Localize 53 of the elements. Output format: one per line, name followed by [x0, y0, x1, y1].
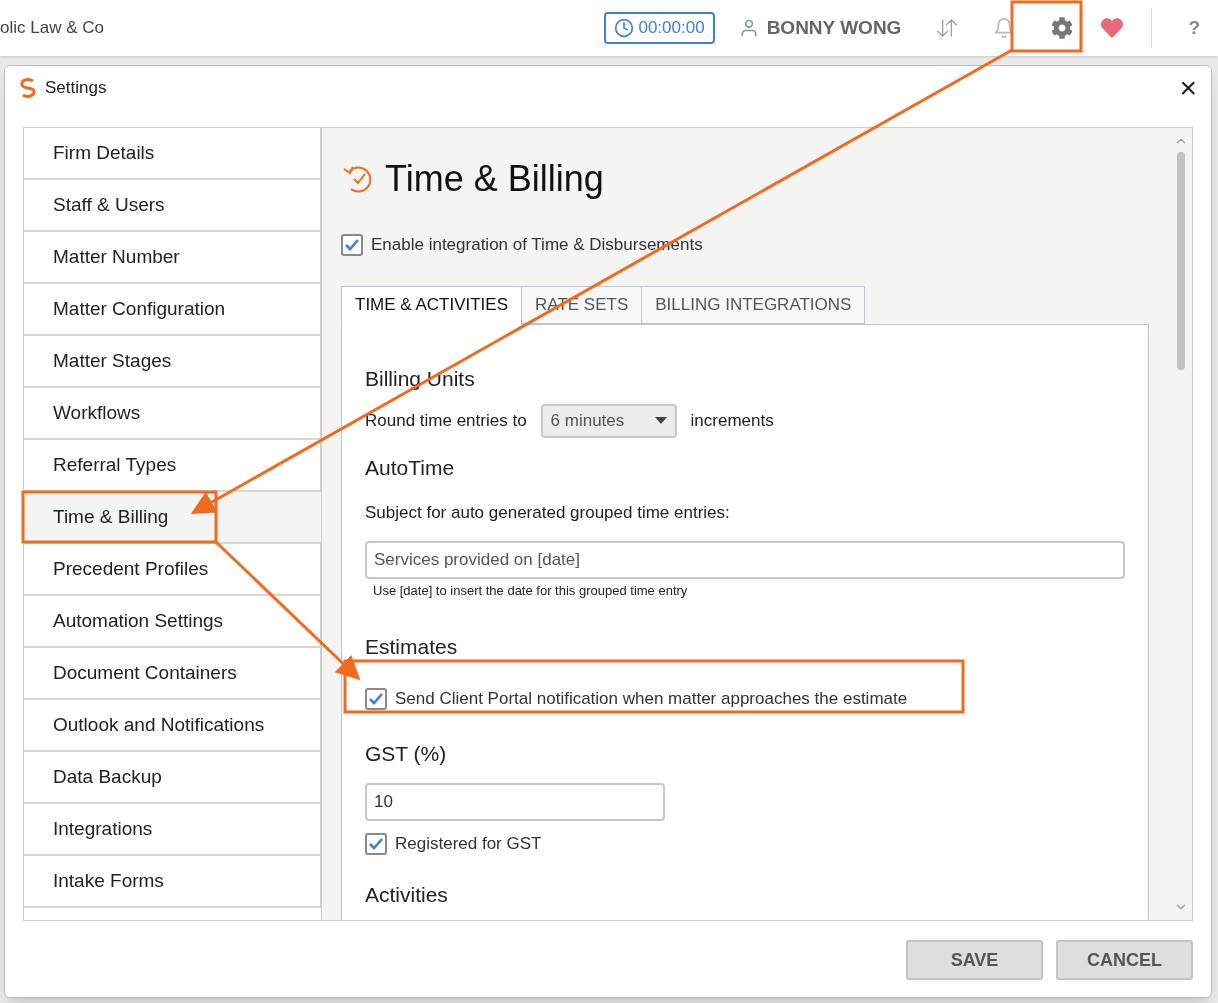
checkbox-label: Registered for GST [395, 833, 542, 855]
nav-item[interactable]: Intake Forms [24, 856, 321, 908]
field-label: increments [690, 410, 774, 433]
nav-item[interactable]: Matter Number [24, 232, 321, 284]
check-icon [368, 836, 384, 851]
nav-item[interactable]: Automation Settings [24, 596, 321, 648]
nav-item[interactable]: Time & Billing [24, 492, 321, 544]
section-heading: Estimates [365, 633, 459, 660]
nav-item[interactable]: Matter Configuration [24, 284, 321, 336]
tab[interactable]: BILLING INTEGRATIONS [642, 285, 866, 324]
nav-item[interactable]: Document Containers [24, 648, 321, 700]
check-icon [344, 237, 360, 252]
nav-item[interactable]: Firm Details [24, 128, 321, 180]
field-label: Subject for auto generated grouped time entries: [365, 501, 731, 524]
scrollbar-thumb[interactable] [1177, 152, 1185, 370]
clock-icon [614, 18, 635, 38]
heart-icon[interactable] [1101, 17, 1124, 39]
checkbox[interactable] [341, 233, 363, 256]
section-heading: Activities [365, 881, 449, 908]
nav-item[interactable]: Referral Types [24, 440, 321, 492]
nav-item[interactable]: Data Backup [24, 752, 321, 804]
nav-item[interactable]: Outlook and Notifications [24, 700, 321, 752]
nav-item[interactable]: Precedent Profiles [24, 544, 321, 596]
check-icon [368, 691, 384, 706]
caret-icon [654, 417, 667, 425]
subject-input-field[interactable]: Services provided on [date] [365, 541, 1125, 579]
nav-item[interactable]: Matter Stages [24, 336, 321, 388]
firm-name: olic Law & Co [0, 17, 104, 40]
minutes-dropdown[interactable]: 6 minutes [540, 404, 677, 438]
sync-icon[interactable] [937, 18, 958, 38]
section-heading: AutoTime [365, 455, 456, 481]
field-label: Round time entries to [365, 410, 527, 433]
close-button[interactable]: × [1179, 73, 1197, 103]
section-heading: GST (%) [365, 740, 448, 767]
app-logo-icon [17, 77, 39, 99]
nav-item[interactable]: Workflows [24, 388, 321, 440]
user-name[interactable]: BONNY WONG [766, 13, 902, 43]
timer-button[interactable]: 00:00:00 [604, 12, 715, 44]
checkbox[interactable] [365, 687, 387, 710]
nav-item[interactable]: Integrations [24, 804, 321, 856]
checkbox-label: Send Client Portal notification when matter approaches the estimate [395, 688, 908, 710]
dialog-title: Settings [45, 77, 107, 100]
dialog-button[interactable]: CANCEL [1056, 940, 1193, 980]
dialog-button[interactable]: SAVE [906, 940, 1043, 980]
settings-icon[interactable] [1051, 17, 1074, 39]
page-title: Time & Billing [385, 157, 604, 201]
checkbox[interactable] [365, 832, 387, 855]
gst-input-field[interactable]: 10 [365, 783, 665, 821]
section-heading: Billing Units [365, 365, 476, 392]
field-hint: Use [date] to insert the date for this grouped time entry [373, 582, 689, 600]
tab[interactable]: TIME & ACTIVITIES [341, 285, 523, 325]
help-button[interactable]: ? [1188, 13, 1200, 43]
nav-item[interactable]: Staff & Users [24, 180, 321, 232]
